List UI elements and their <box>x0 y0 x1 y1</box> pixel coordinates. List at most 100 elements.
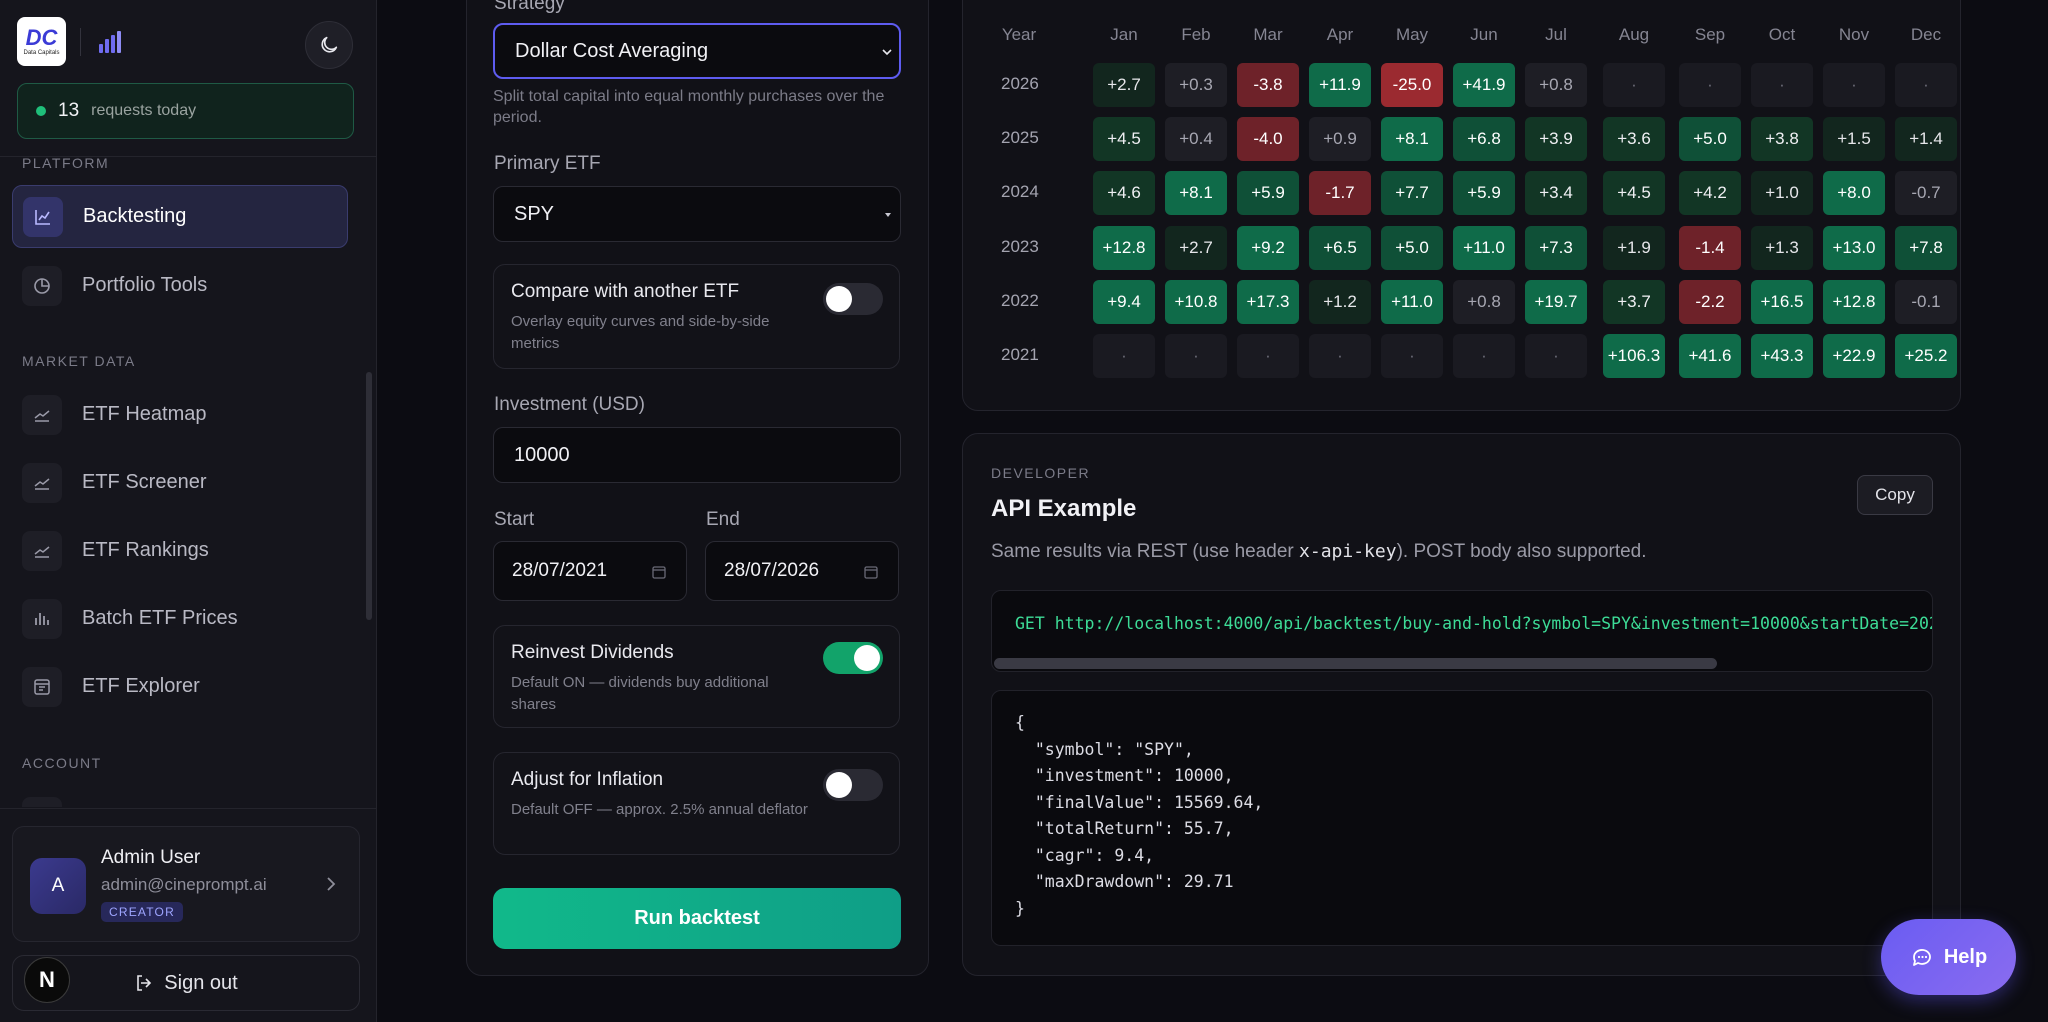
heatmap-cell[interactable]: · <box>1895 63 1957 107</box>
calendar-icon[interactable] <box>864 565 878 579</box>
heatmap-cell[interactable]: · <box>1679 63 1741 107</box>
heatmap-cell[interactable]: · <box>1453 334 1515 378</box>
heatmap-cell[interactable]: · <box>1381 334 1443 378</box>
heatmap-cell[interactable]: +2.7 <box>1165 226 1227 270</box>
heatmap-cell[interactable]: -1.7 <box>1309 171 1371 215</box>
heatmap-cell[interactable]: +1.0 <box>1751 171 1813 215</box>
nav-menu[interactable]: PLATFORM Backtesting Portfolio Tools MAR… <box>0 157 376 807</box>
investment-input[interactable]: 10000 <box>493 427 901 483</box>
heatmap-cell[interactable]: +4.5 <box>1093 117 1155 161</box>
heatmap-cell[interactable]: -1.4 <box>1679 226 1741 270</box>
n-badge[interactable]: N <box>24 957 70 1003</box>
heatmap-cell[interactable]: +11.0 <box>1453 226 1515 270</box>
sidebar-item-etf-screener[interactable]: ETF Screener <box>12 451 348 514</box>
heatmap-cell[interactable]: +7.8 <box>1895 226 1957 270</box>
heatmap-cell[interactable]: · <box>1603 63 1665 107</box>
app-logo[interactable]: DC Data Capitals <box>17 17 66 66</box>
heatmap-cell[interactable]: · <box>1751 63 1813 107</box>
heatmap-cell[interactable]: +8.1 <box>1165 171 1227 215</box>
heatmap-cell[interactable]: +43.3 <box>1751 334 1813 378</box>
sidebar-item-etf-rankings[interactable]: ETF Rankings <box>12 519 348 582</box>
run-backtest-button[interactable]: Run backtest <box>493 888 901 949</box>
calendar-icon[interactable] <box>652 565 666 579</box>
adjust-inflation-toggle[interactable] <box>823 769 883 801</box>
heatmap-cell[interactable]: -4.0 <box>1237 117 1299 161</box>
heatmap-cell[interactable]: +11.0 <box>1381 280 1443 324</box>
heatmap-cell[interactable]: -0.7 <box>1895 171 1957 215</box>
primary-etf-select[interactable]: SPY <box>493 186 901 242</box>
reinvest-dividends-toggle[interactable] <box>823 642 883 674</box>
heatmap-cell[interactable]: -0.1 <box>1895 280 1957 324</box>
heatmap-cell[interactable]: +106.3 <box>1603 334 1665 378</box>
horizontal-scrollbar[interactable] <box>994 658 1717 669</box>
strategy-select[interactable]: Dollar Cost Averaging <box>493 23 901 79</box>
heatmap-cell[interactable]: +2.7 <box>1093 63 1155 107</box>
heatmap-cell[interactable]: +1.9 <box>1603 226 1665 270</box>
api-url-box[interactable]: GET http://localhost:4000/api/backtest/b… <box>991 590 1933 672</box>
heatmap-cell[interactable]: +7.3 <box>1525 226 1587 270</box>
heatmap-cell[interactable]: +5.9 <box>1237 171 1299 215</box>
heatmap-cell[interactable]: +0.8 <box>1453 280 1515 324</box>
heatmap-cell[interactable]: +22.9 <box>1823 334 1885 378</box>
heatmap-cell[interactable]: -2.2 <box>1679 280 1741 324</box>
heatmap-cell[interactable]: +0.4 <box>1165 117 1227 161</box>
heatmap-cell[interactable]: +9.4 <box>1093 280 1155 324</box>
heatmap-cell[interactable]: -3.8 <box>1237 63 1299 107</box>
sidebar-item-batch-etf-prices[interactable]: Batch ETF Prices <box>12 587 348 650</box>
heatmap-cell[interactable]: · <box>1237 334 1299 378</box>
end-date-input[interactable]: 28/07/2026 <box>705 541 899 601</box>
theme-toggle-button[interactable] <box>305 21 353 69</box>
heatmap-cell[interactable]: +6.5 <box>1309 226 1371 270</box>
sidebar-item-backtesting[interactable]: Backtesting <box>12 185 348 248</box>
heatmap-cell[interactable]: +0.9 <box>1309 117 1371 161</box>
heatmap-cell[interactable]: +25.2 <box>1895 334 1957 378</box>
heatmap-cell[interactable]: +6.8 <box>1453 117 1515 161</box>
compare-etf-toggle[interactable] <box>823 283 883 315</box>
heatmap-cell[interactable]: +13.0 <box>1823 226 1885 270</box>
start-date-input[interactable]: 28/07/2021 <box>493 541 687 601</box>
heatmap-cell[interactable]: +4.2 <box>1679 171 1741 215</box>
copy-button[interactable]: Copy <box>1857 475 1933 515</box>
heatmap-cell[interactable]: +3.6 <box>1603 117 1665 161</box>
heatmap-cell[interactable]: +19.7 <box>1525 280 1587 324</box>
heatmap-cell[interactable]: +41.6 <box>1679 334 1741 378</box>
heatmap-cell[interactable]: +9.2 <box>1237 226 1299 270</box>
heatmap-cell[interactable]: +0.8 <box>1525 63 1587 107</box>
heatmap-cell[interactable]: +1.3 <box>1751 226 1813 270</box>
heatmap-cell[interactable]: · <box>1525 334 1587 378</box>
sidebar-item-portfolio-tools[interactable]: Portfolio Tools <box>12 254 348 317</box>
heatmap-cell[interactable]: +1.2 <box>1309 280 1371 324</box>
heatmap-cell[interactable]: +3.9 <box>1525 117 1587 161</box>
heatmap-cell[interactable]: +4.6 <box>1093 171 1155 215</box>
heatmap-cell[interactable]: · <box>1823 63 1885 107</box>
heatmap-cell[interactable]: +16.5 <box>1751 280 1813 324</box>
heatmap-cell[interactable]: +4.5 <box>1603 171 1665 215</box>
sidebar-scrollbar[interactable] <box>366 372 372 620</box>
sidebar-item-account[interactable] <box>12 785 348 807</box>
heatmap-cell[interactable]: +1.4 <box>1895 117 1957 161</box>
bar-chart-icon[interactable] <box>97 30 123 54</box>
heatmap-cell[interactable]: +17.3 <box>1237 280 1299 324</box>
heatmap-cell[interactable]: +5.0 <box>1679 117 1741 161</box>
heatmap-cell[interactable]: +5.9 <box>1453 171 1515 215</box>
heatmap-cell[interactable]: · <box>1309 334 1371 378</box>
heatmap-cell[interactable]: +7.7 <box>1381 171 1443 215</box>
help-button[interactable]: Help <box>1881 919 2016 995</box>
heatmap-cell[interactable]: +8.1 <box>1381 117 1443 161</box>
heatmap-cell[interactable]: +11.9 <box>1309 63 1371 107</box>
heatmap-cell[interactable]: · <box>1165 334 1227 378</box>
user-card[interactable]: A Admin User admin@cineprompt.ai CREATOR <box>12 826 360 942</box>
heatmap-cell[interactable]: +5.0 <box>1381 226 1443 270</box>
heatmap-cell[interactable]: +3.7 <box>1603 280 1665 324</box>
heatmap-cell[interactable]: +3.4 <box>1525 171 1587 215</box>
heatmap-cell[interactable]: +0.3 <box>1165 63 1227 107</box>
heatmap-cell[interactable]: +1.5 <box>1823 117 1885 161</box>
heatmap-cell[interactable]: +12.8 <box>1823 280 1885 324</box>
sidebar-item-etf-explorer[interactable]: ETF Explorer <box>12 655 348 718</box>
heatmap-cell[interactable]: +10.8 <box>1165 280 1227 324</box>
heatmap-cell[interactable]: +41.9 <box>1453 63 1515 107</box>
heatmap-cell[interactable]: +12.8 <box>1093 226 1155 270</box>
heatmap-cell[interactable]: +8.0 <box>1823 171 1885 215</box>
sidebar-item-etf-heatmap[interactable]: ETF Heatmap <box>12 383 348 446</box>
heatmap-cell[interactable]: · <box>1093 334 1155 378</box>
